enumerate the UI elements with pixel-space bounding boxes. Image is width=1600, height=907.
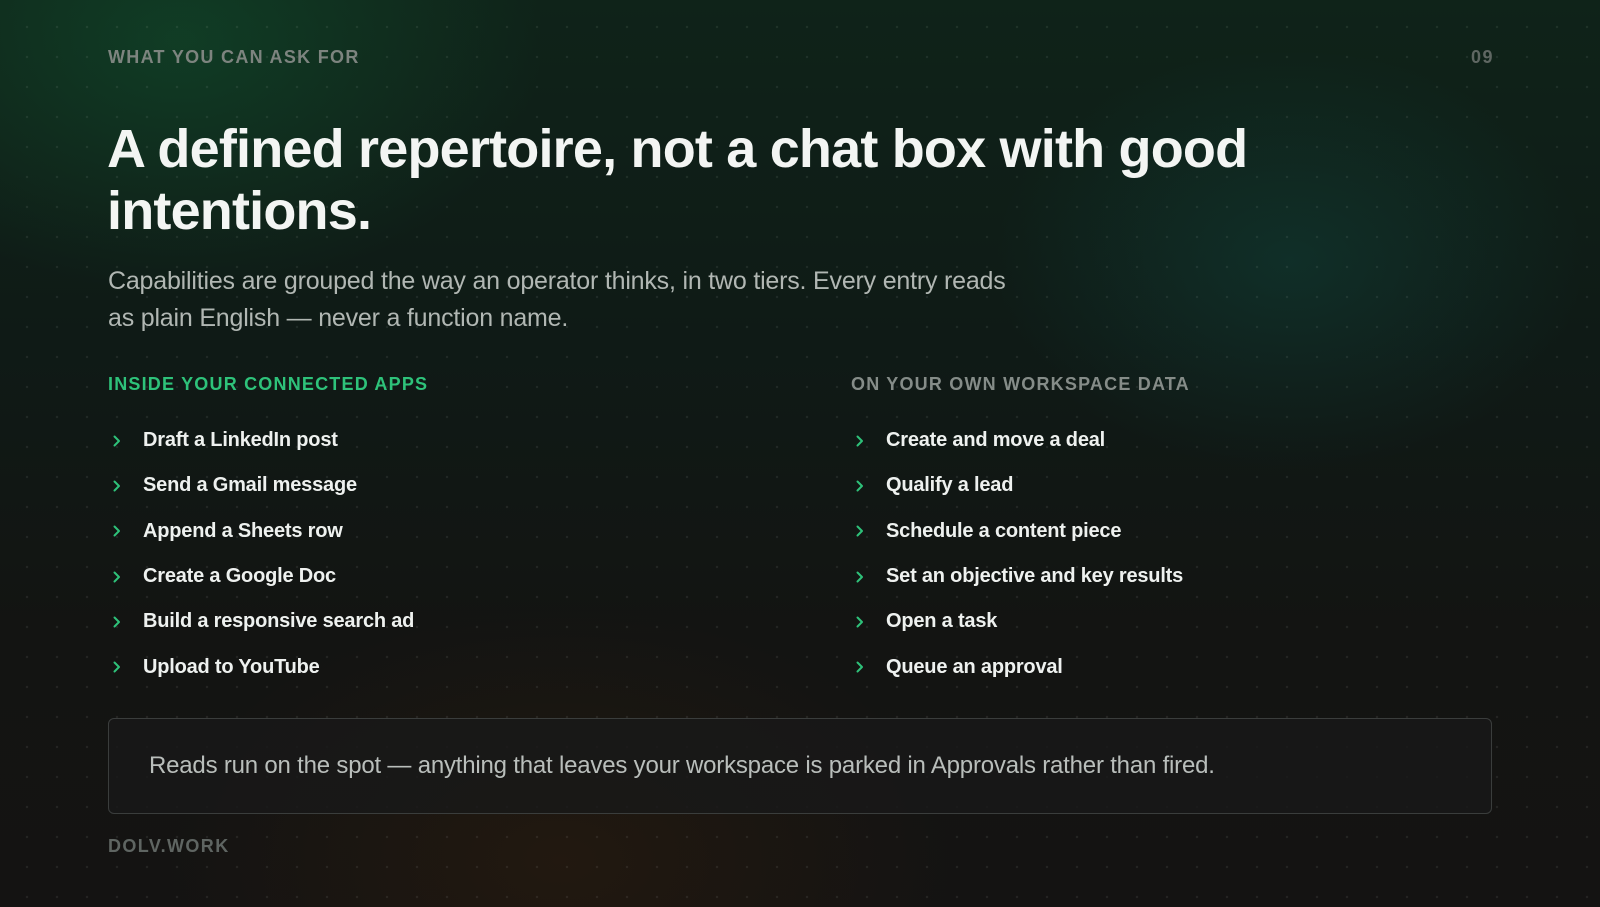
chevron-right-icon xyxy=(112,615,134,629)
list-item-label: Append a Sheets row xyxy=(143,519,343,542)
list-item-label: Create a Google Doc xyxy=(143,565,336,588)
chevron-right-icon xyxy=(112,524,134,538)
page-number: 09 xyxy=(1470,47,1494,67)
list-item: Open a task xyxy=(851,599,1551,644)
chevron-right-icon xyxy=(855,570,877,584)
list-item-label: Schedule a content piece xyxy=(886,519,1122,542)
list-item-label: Qualify a lead xyxy=(886,474,1014,497)
chevron-right-icon xyxy=(112,434,134,448)
list-item: Send a Gmail message xyxy=(108,463,808,508)
column-title: INSIDE YOUR CONNECTED APPS xyxy=(108,374,429,394)
list-item-label: Queue an approval xyxy=(886,655,1063,678)
list-item-label: Set an objective and key results xyxy=(886,565,1184,588)
footer-brand: DOLV.WORK xyxy=(108,836,230,856)
list-item: Create and move a deal xyxy=(851,418,1551,463)
chevron-right-icon xyxy=(112,660,134,674)
page-subtitle: Capabilities are grouped the way an oper… xyxy=(108,267,1006,332)
list-item-label: Send a Gmail message xyxy=(143,474,357,497)
list-item: Upload to YouTube xyxy=(108,644,808,689)
chevron-right-icon xyxy=(855,434,877,448)
list-item-label: Open a task xyxy=(886,610,998,633)
capability-list: Draft a LinkedIn post Send a Gmail messa… xyxy=(108,418,808,690)
list-item: Build a responsive search ad xyxy=(108,599,808,644)
callout-text: Reads run on the spot — anything that le… xyxy=(149,752,1215,779)
callout-box: Reads run on the spot — anything that le… xyxy=(108,718,1492,814)
list-item-label: Upload to YouTube xyxy=(143,655,320,678)
list-item-label: Create and move a deal xyxy=(886,429,1106,452)
section-eyebrow: WHAT YOU CAN ASK FOR xyxy=(108,47,360,67)
chevron-right-icon xyxy=(855,479,877,493)
chevron-right-icon xyxy=(112,479,134,493)
chevron-right-icon xyxy=(855,660,877,674)
list-item: Append a Sheets row xyxy=(108,509,808,554)
list-item-label: Draft a LinkedIn post xyxy=(143,429,338,452)
column-workspace-data: ON YOUR OWN WORKSPACE DATA Create and mo… xyxy=(851,372,1551,690)
list-item-label: Build a responsive search ad xyxy=(143,610,415,633)
slide: WHAT YOU CAN ASK FOR 09 A defined repert… xyxy=(0,0,1600,907)
list-item: Schedule a content piece xyxy=(851,509,1551,554)
chevron-right-icon xyxy=(112,570,134,584)
page-title: A defined repertoire, not a chat box wit… xyxy=(107,119,1248,241)
list-item: Qualify a lead xyxy=(851,463,1551,508)
column-title: ON YOUR OWN WORKSPACE DATA xyxy=(851,374,1190,394)
chevron-right-icon xyxy=(855,524,877,538)
list-item: Create a Google Doc xyxy=(108,554,808,599)
list-item: Draft a LinkedIn post xyxy=(108,418,808,463)
list-item: Queue an approval xyxy=(851,644,1551,689)
list-item: Set an objective and key results xyxy=(851,554,1551,599)
chevron-right-icon xyxy=(855,615,877,629)
column-connected-apps: INSIDE YOUR CONNECTED APPS Draft a Linke… xyxy=(108,372,808,690)
capability-list: Create and move a deal Qualify a lead Sc… xyxy=(851,418,1551,690)
